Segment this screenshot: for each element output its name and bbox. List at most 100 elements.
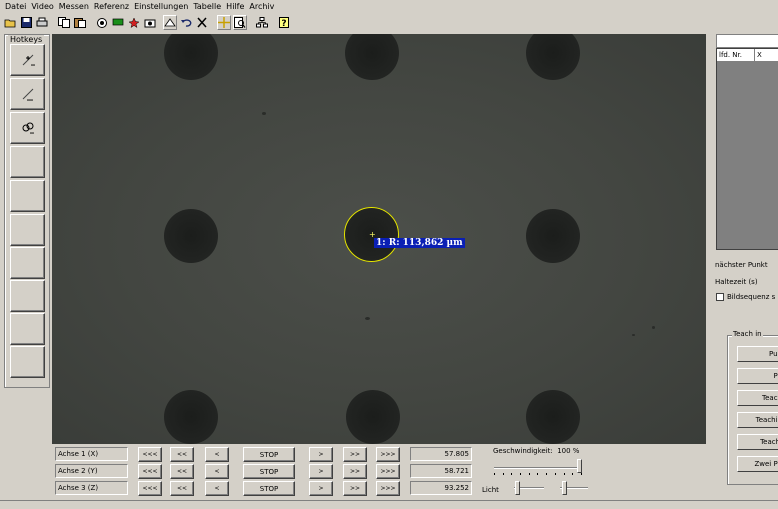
status-bar	[0, 500, 778, 509]
axis-1-stop-button[interactable]: STOP	[243, 447, 295, 462]
red-star-icon[interactable]	[127, 15, 141, 30]
axis-1-fast-fwd-button[interactable]: >>>	[376, 447, 400, 462]
dust-speck	[262, 112, 266, 115]
teach-button-6[interactable]: Zwei Pu	[737, 456, 778, 472]
zoom-icon[interactable]	[233, 15, 247, 30]
copy-icon[interactable]	[57, 15, 71, 30]
axis-2-stop-button[interactable]: STOP	[243, 464, 295, 479]
teach-button-3[interactable]: Teach	[737, 390, 778, 406]
hotkey-empty-button-6[interactable]	[10, 214, 45, 246]
table-input[interactable]	[716, 34, 778, 48]
axis-2-back-button[interactable]: <<	[170, 464, 194, 479]
col-x-header[interactable]: X	[755, 49, 778, 61]
menu-einstellungen[interactable]: Einstellungen	[134, 2, 188, 11]
light-slider-1-thumb[interactable]	[515, 481, 521, 495]
axis-3-step-back-button[interactable]: <	[205, 481, 229, 496]
hotkey-empty-button-9[interactable]	[10, 313, 45, 345]
axis-3-step-fwd-button[interactable]: >	[309, 481, 333, 496]
axis-2-fast-back-button[interactable]: <<<	[138, 464, 162, 479]
open-icon[interactable]	[3, 15, 17, 30]
menubar: Datei Video Messen Referenz Einstellunge…	[0, 0, 778, 13]
camera-icon[interactable]	[95, 15, 109, 30]
menu-archiv[interactable]: Archiv	[249, 2, 274, 11]
grid-dot	[345, 34, 399, 80]
paste-icon[interactable]	[73, 15, 87, 30]
menu-datei[interactable]: Datei	[5, 2, 26, 11]
axis-1-fwd-button[interactable]: >>	[343, 447, 367, 462]
save-icon[interactable]	[19, 15, 33, 30]
axis-2-step-back-button[interactable]: <	[205, 464, 229, 479]
menu-tabelle[interactable]: Tabelle	[193, 2, 221, 11]
svg-text:?: ?	[281, 19, 286, 28]
grid-dot	[164, 390, 218, 444]
light-slider-2[interactable]	[560, 481, 588, 495]
image-sequence-checkbox[interactable]	[716, 293, 724, 301]
axis-1-label: Achse 1 (X)	[55, 447, 128, 461]
light-slider-1[interactable]	[514, 481, 544, 495]
hotkey-empty-button-5[interactable]	[10, 180, 45, 212]
axis-2-fwd-button[interactable]: >>	[343, 464, 367, 479]
axis-3-label: Achse 3 (Z)	[55, 481, 128, 495]
help-icon[interactable]: ?	[277, 15, 291, 30]
hotkey-empty-button-10[interactable]	[10, 346, 45, 378]
axis-3-back-button[interactable]: <<	[170, 481, 194, 496]
hotkey-empty-button-4[interactable]	[10, 146, 45, 178]
axis-1-back-button[interactable]: <<	[170, 447, 194, 462]
axis-2-value[interactable]: 58.721	[410, 464, 472, 478]
teach-button-2[interactable]: Pu	[737, 368, 778, 384]
axis-3-fast-back-button[interactable]: <<<	[138, 481, 162, 496]
dust-speck	[632, 334, 635, 336]
hotkey-point-button[interactable]	[10, 44, 45, 76]
axis-1-step-back-button[interactable]: <	[205, 447, 229, 462]
green-flag-icon[interactable]	[111, 15, 125, 30]
measure-circle-icon	[22, 122, 34, 134]
network-icon[interactable]	[255, 15, 269, 30]
camera-view[interactable]: + 1: R: 113,862 µm	[52, 34, 706, 444]
capture-icon[interactable]	[143, 15, 157, 30]
axis-2-step-fwd-button[interactable]: >	[309, 464, 333, 479]
menu-messen[interactable]: Messen	[59, 2, 89, 11]
axis-2-label: Achse 2 (Y)	[55, 464, 128, 478]
speed-value: 100 %	[557, 447, 580, 455]
axis-1-value[interactable]: 57.805	[410, 447, 472, 461]
grid-dot	[526, 34, 580, 80]
light-slider-2-thumb[interactable]	[562, 481, 568, 495]
undo-icon[interactable]	[179, 15, 193, 30]
col-nr-header[interactable]: lfd. Nr.	[717, 49, 755, 61]
print-icon[interactable]	[35, 15, 49, 30]
menu-referenz[interactable]: Referenz	[94, 2, 129, 11]
dust-speck	[652, 326, 655, 329]
axis-3-value[interactable]: 93.252	[410, 481, 472, 495]
speed-slider-track[interactable]	[494, 467, 582, 469]
close-icon[interactable]	[195, 15, 209, 30]
axis-1-step-fwd-button[interactable]: >	[309, 447, 333, 462]
teach-button-1[interactable]: Pun	[737, 346, 778, 362]
measurement-label: 1: R: 113,862 µm	[374, 238, 465, 248]
hotkey-empty-button-7[interactable]	[10, 247, 45, 279]
measure-point-icon	[22, 54, 35, 66]
select-icon[interactable]	[163, 15, 177, 30]
hotkey-circle-button[interactable]	[10, 112, 45, 144]
grid-dot	[526, 390, 580, 444]
teach-button-5[interactable]: Teachl	[737, 434, 778, 450]
axis-2-fast-fwd-button[interactable]: >>>	[376, 464, 400, 479]
teach-button-4[interactable]: Teachin	[737, 412, 778, 428]
points-table[interactable]: lfd. Nr. X	[716, 48, 778, 250]
hotkey-empty-button-8[interactable]	[10, 280, 45, 312]
menu-video[interactable]: Video	[31, 2, 53, 11]
measure-line-icon	[22, 88, 33, 101]
next-point-label: nächster Punkt	[715, 261, 768, 269]
crosshair-icon[interactable]	[217, 15, 231, 30]
axis-3-fast-fwd-button[interactable]: >>>	[376, 481, 400, 496]
axis-1-fast-back-button[interactable]: <<<	[138, 447, 162, 462]
axis-3-fwd-button[interactable]: >>	[343, 481, 367, 496]
teach-in-label: Teach in	[732, 330, 763, 338]
menu-hilfe[interactable]: Hilfe	[226, 2, 244, 11]
toolbar: ?	[0, 14, 778, 32]
axis-3-stop-button[interactable]: STOP	[243, 481, 295, 496]
speed-slider-thumb[interactable]	[577, 459, 582, 473]
speed-slider-ticks	[494, 473, 582, 476]
dust-speck	[365, 317, 370, 320]
hotkey-line-button[interactable]	[10, 78, 45, 110]
speed-label-text: Geschwindigkeit:	[493, 447, 553, 455]
